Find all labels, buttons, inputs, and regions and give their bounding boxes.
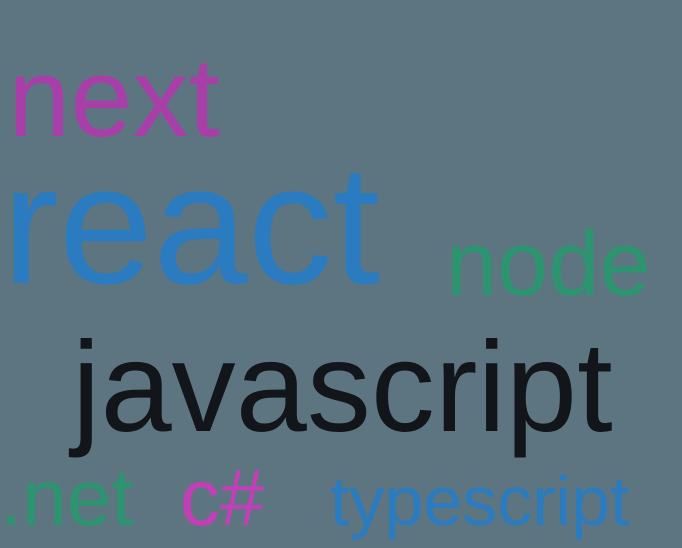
word-typescript: typescript — [330, 466, 630, 536]
word-node: node — [446, 218, 651, 310]
word-javascript: javascript — [72, 324, 613, 452]
word-react: react — [2, 140, 380, 310]
word-csharp: c# — [180, 458, 265, 538]
word-dotnet: .net — [0, 458, 133, 538]
